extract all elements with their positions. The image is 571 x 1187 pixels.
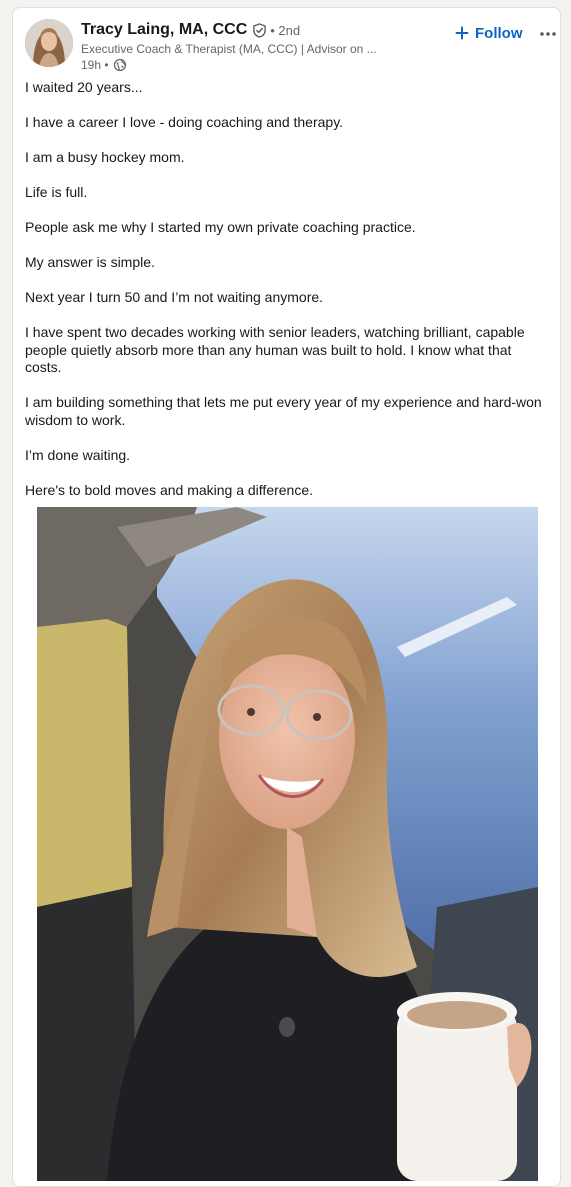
post-paragraph: I’m done waiting. (25, 446, 131, 463)
post-paragraph: I am building something that lets me put… (25, 394, 542, 428)
post-text: I waited 20 years... I have a career I l… (25, 79, 545, 517)
plus-icon (455, 26, 469, 40)
author-name-row: Tracy Laing, MA, CCC • 2nd (81, 20, 300, 40)
follow-label: Follow (475, 24, 523, 42)
post-meta: 19h • (81, 58, 127, 72)
post-paragraph: I am a busy hockey mom. (25, 149, 185, 165)
post-paragraph: Life is full. (25, 184, 88, 200)
more-horizontal-icon (539, 24, 557, 42)
post-paragraph: I have a career I love - doing coaching … (25, 114, 344, 130)
author-headline: Executive Coach & Therapist (MA, CCC) | … (81, 42, 377, 56)
post-header: Tracy Laing, MA, CCC • 2nd Executive Coa… (25, 19, 556, 72)
more-options-button[interactable] (537, 23, 559, 43)
author-name[interactable]: Tracy Laing, MA, CCC (81, 21, 247, 39)
follow-button[interactable]: Follow (451, 21, 527, 45)
post-paragraph: I waited 20 years... (25, 79, 143, 95)
post-paragraph: Next year I turn 50 and I’m not waiting … (25, 289, 324, 305)
post-card: Tracy Laing, MA, CCC • 2nd Executive Coa… (12, 7, 561, 1187)
post-paragraph: People ask me why I started my own priva… (25, 219, 416, 235)
verified-shield-icon (252, 22, 267, 38)
post-paragraph: I have spent two decades working with se… (25, 324, 525, 375)
author-avatar[interactable] (25, 19, 73, 67)
post-paragraph: My answer is simple. (25, 254, 155, 270)
post-image[interactable] (37, 507, 538, 1181)
globe-icon (113, 58, 127, 72)
connection-degree: • 2nd (270, 22, 301, 38)
post-paragraph: Here's to bold moves and making a differ… (25, 481, 314, 498)
post-timestamp: 19h • (81, 58, 109, 72)
